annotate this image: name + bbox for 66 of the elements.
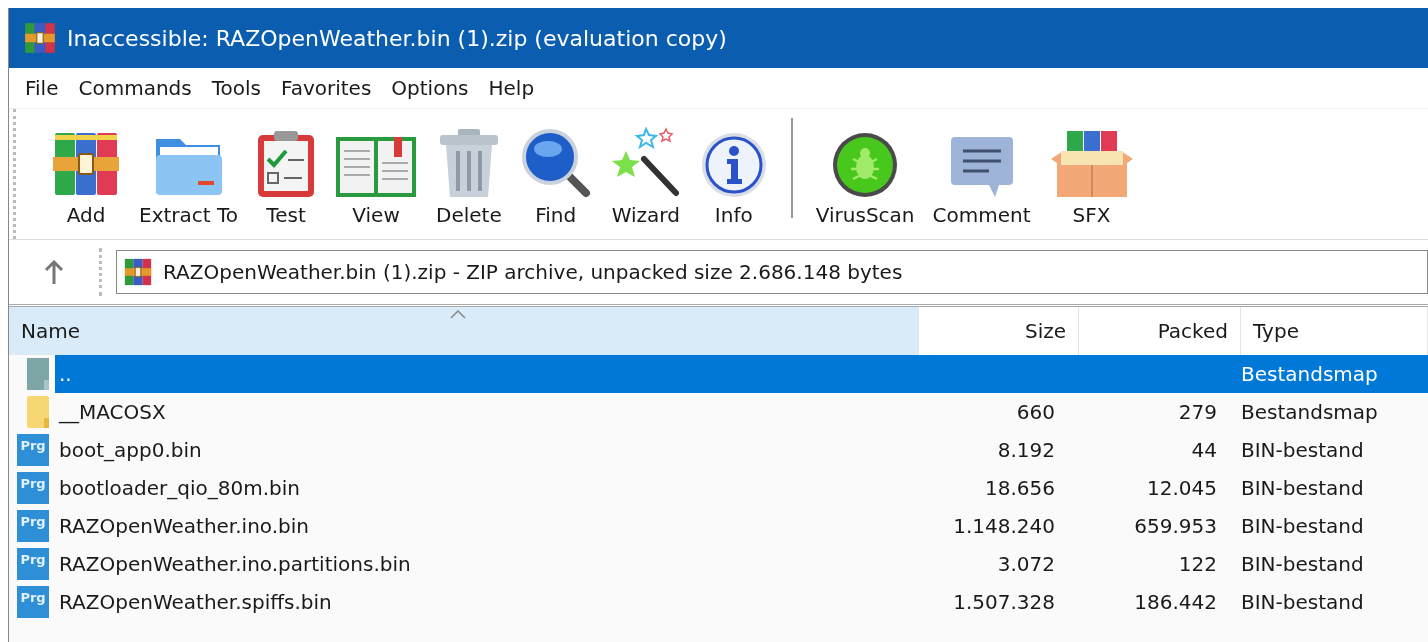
- column-header[interactable]: Size: [919, 307, 1079, 355]
- trash-can-icon: [437, 127, 500, 199]
- program-file-icon: Prg: [17, 510, 49, 542]
- program-file-icon: Prg: [17, 586, 49, 618]
- folder-up-icon: [27, 358, 49, 390]
- sort-caret-icon: [449, 309, 467, 319]
- selected-row-highlight[interactable]: .. Bestandsmap: [55, 355, 1428, 393]
- program-file-icon: Prg: [17, 548, 49, 580]
- toolbar-button[interactable]: Extract To: [130, 129, 248, 227]
- menu-item[interactable]: Favorites: [272, 76, 380, 100]
- column-header[interactable]: Type: [1241, 307, 1428, 355]
- menu-item[interactable]: Options: [383, 76, 477, 100]
- toolbar-button[interactable]: Delete: [427, 127, 511, 227]
- toolbar-button[interactable]: Wizard: [600, 127, 691, 227]
- type-cell: BIN-bestand: [1241, 514, 1364, 538]
- type-cell: BIN-bestand: [1241, 590, 1364, 614]
- folder-icon: [27, 396, 49, 428]
- file-name: RAZOpenWeather.ino.partitions.bin: [59, 552, 411, 576]
- packed-cell: 122: [1178, 552, 1217, 576]
- packed-cell: 44: [1191, 438, 1217, 462]
- toolbar-button[interactable]: Info: [690, 131, 777, 227]
- packed-cell: 12.045: [1147, 476, 1217, 500]
- program-file-icon: Prg: [17, 434, 49, 466]
- file-name: bootloader_qio_80m.bin: [59, 476, 300, 500]
- file-name: ..: [59, 362, 72, 386]
- archive-icon: [123, 257, 153, 287]
- type-cell: BIN-bestand: [1241, 438, 1364, 462]
- menu-item[interactable]: Commands: [70, 76, 200, 100]
- menu-item[interactable]: Help: [480, 76, 543, 100]
- toolbar-button[interactable]: Add: [42, 129, 130, 227]
- type-cell: BIN-bestand: [1241, 552, 1364, 576]
- program-file-icon: Prg: [17, 472, 49, 504]
- file-name: RAZOpenWeather.ino.bin: [59, 514, 310, 538]
- info-icon: [699, 131, 768, 199]
- file-name: __MACOSX: [59, 400, 166, 424]
- address-field[interactable]: RAZOpenWeather.bin (1).zip - ZIP archive, unpacked size 2.686.148 bytes: [116, 250, 1428, 294]
- up-arrow-icon[interactable]: [44, 260, 64, 284]
- toolbar-button[interactable]: Comment: [923, 133, 1040, 227]
- bug-scan-icon: [831, 131, 900, 199]
- clipboard-check-icon: [256, 129, 317, 199]
- type-cell: Bestandsmap: [1241, 362, 1378, 386]
- toolbar-button[interactable]: VirusScan: [806, 131, 924, 227]
- magnifier-icon: [519, 127, 592, 199]
- size-cell: 18.656: [985, 476, 1055, 500]
- type-cell: Bestandsmap: [1241, 400, 1378, 424]
- packed-cell: 659.953: [1134, 514, 1217, 538]
- file-name: RAZOpenWeather.spiffs.bin: [59, 590, 332, 614]
- packed-cell: 186.442: [1134, 590, 1217, 614]
- toolbar-button[interactable]: View: [325, 133, 428, 227]
- app-logo-icon: [23, 21, 57, 55]
- toolbar-button[interactable]: SFX: [1039, 129, 1144, 227]
- size-cell: 8.192: [997, 438, 1055, 462]
- packed-cell: 279: [1178, 400, 1217, 424]
- size-cell: 660: [1016, 400, 1055, 424]
- toolbar-button[interactable]: Find: [510, 127, 601, 227]
- column-header[interactable]: Name: [9, 307, 919, 355]
- size-cell: 3.072: [997, 552, 1055, 576]
- size-cell: 1.148.240: [953, 514, 1055, 538]
- column-header[interactable]: Packed: [1079, 307, 1241, 355]
- window-title: Inaccessible: RAZOpenWeather.bin (1).zip (evaluation copy): [67, 25, 727, 51]
- file-name: boot_app0.bin: [59, 438, 202, 462]
- toolbar-button[interactable]: Test: [247, 129, 326, 227]
- type-cell: BIN-bestand: [1241, 476, 1364, 500]
- size-cell: 1.507.328: [953, 590, 1055, 614]
- menu-item[interactable]: Tools: [203, 76, 269, 100]
- menu-item[interactable]: File: [17, 76, 67, 100]
